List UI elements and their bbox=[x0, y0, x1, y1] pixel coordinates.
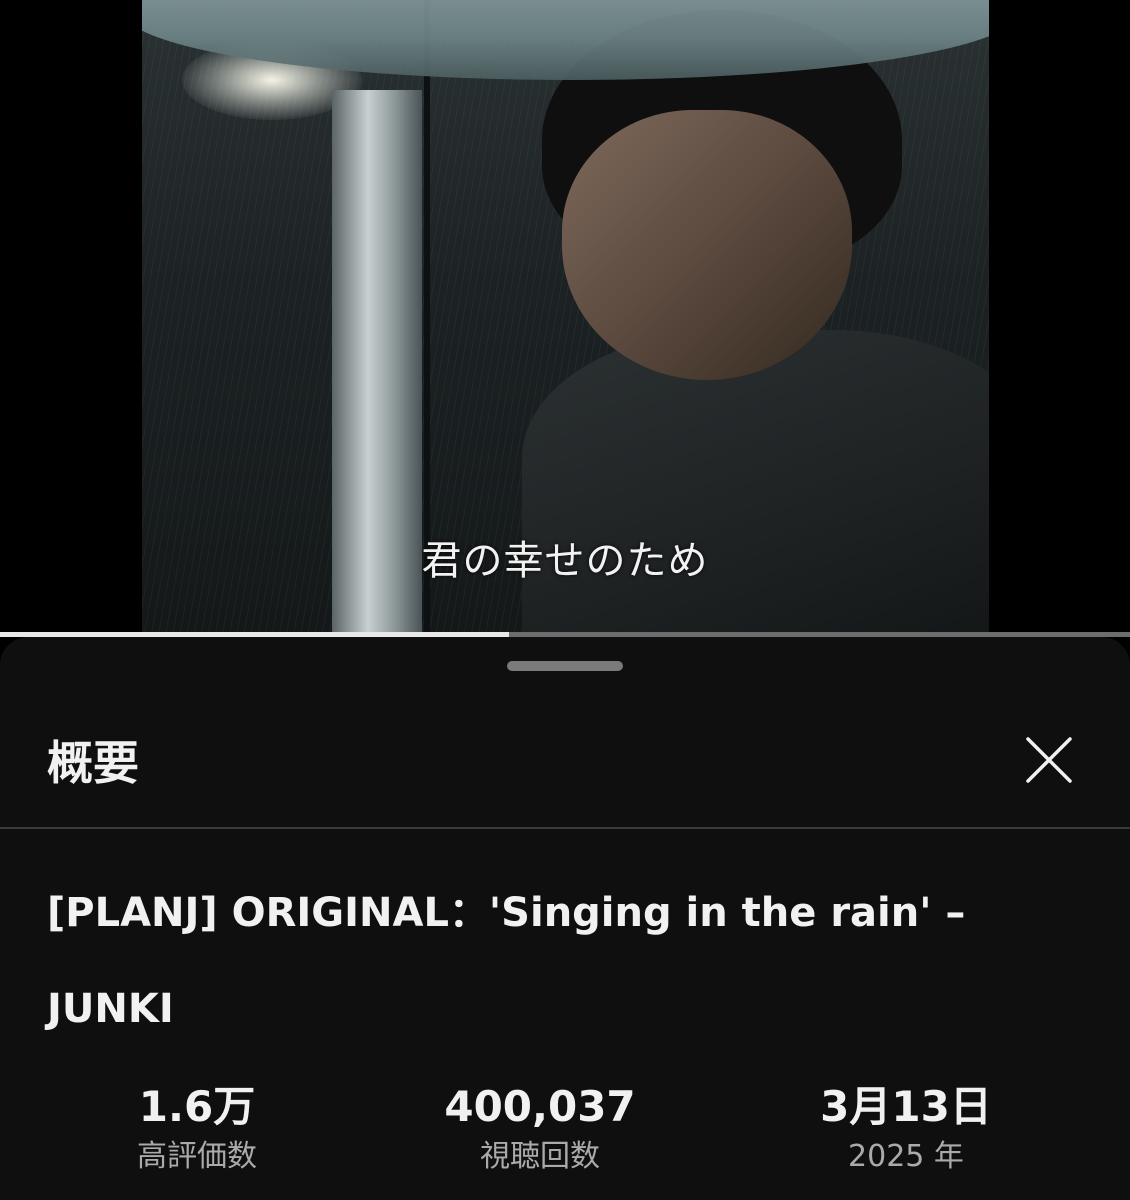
views-label: 視聴回数 bbox=[480, 1139, 600, 1174]
views-count: 400,037 bbox=[444, 1082, 636, 1131]
stat-views: 400,037 視聴回数 bbox=[390, 1079, 690, 1179]
sheet-title: 概要 bbox=[47, 736, 139, 790]
publish-date: 3月13日 bbox=[820, 1082, 992, 1131]
header-divider bbox=[0, 827, 1130, 829]
video-player[interactable]: 君の幸せのため bbox=[0, 0, 1130, 632]
close-icon bbox=[1026, 737, 1072, 783]
description-sheet: 概要 [PLANJ] ORIGINAL：'Singing in the rain… bbox=[0, 637, 1130, 1200]
stat-likes: 1.6万 高評価数 bbox=[47, 1079, 347, 1179]
video-title: [PLANJ] ORIGINAL：'Singing in the rain' –… bbox=[47, 890, 966, 1032]
video-subtitle: 君の幸せのため bbox=[421, 538, 709, 584]
person-face bbox=[562, 110, 852, 380]
likes-label: 高評価数 bbox=[137, 1139, 257, 1174]
close-button[interactable] bbox=[1022, 733, 1076, 787]
stats-row: 1.6万 高評価数 400,037 視聴回数 3月13日 2025 年 bbox=[0, 1079, 1130, 1189]
stat-date: 3月13日 2025 年 bbox=[756, 1079, 1056, 1179]
likes-count: 1.6万 bbox=[138, 1082, 256, 1131]
drag-handle[interactable] bbox=[507, 661, 623, 671]
publish-year: 2025 年 bbox=[848, 1139, 964, 1174]
person-coat bbox=[522, 330, 989, 632]
